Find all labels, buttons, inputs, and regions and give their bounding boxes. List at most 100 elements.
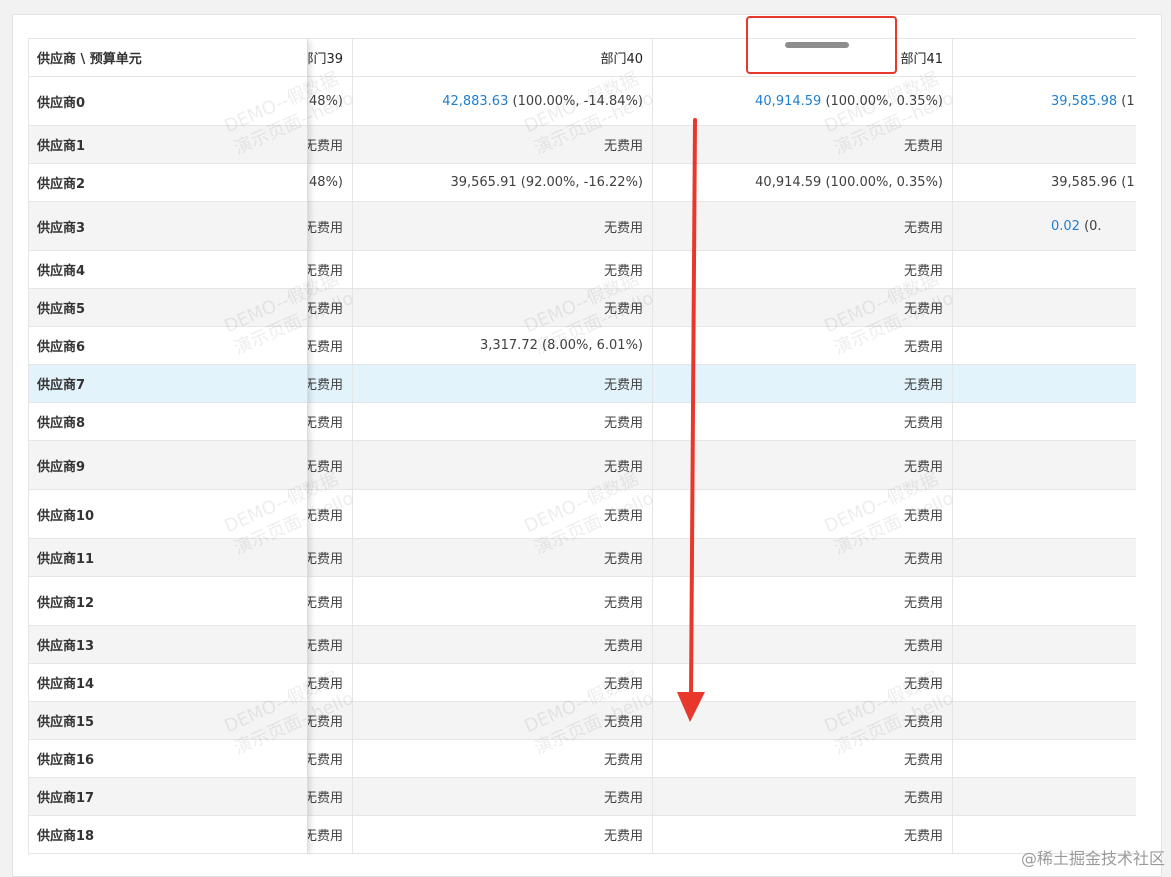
column-header-dept40[interactable]: 部门40 xyxy=(353,39,653,76)
row-header-label: 供应商7 xyxy=(37,378,86,393)
row-header[interactable]: 供应商1 xyxy=(29,126,308,164)
row-header[interactable]: 供应商10 xyxy=(29,490,308,539)
cell-value: 无费用 xyxy=(903,595,943,611)
row-header-label: 供应商9 xyxy=(37,459,86,475)
cell-value: 无费用 xyxy=(303,677,343,692)
corner-header-label: 供应商 \ 预算单元 xyxy=(37,52,142,67)
row-header[interactable]: 供应商17 xyxy=(29,778,308,816)
cell-value: 无费用 xyxy=(603,378,643,393)
table-cell: 无费用 xyxy=(353,702,653,739)
annotation-highlight-box xyxy=(746,16,897,74)
row-header[interactable]: 供应商12 xyxy=(29,577,308,626)
row-header-label: 供应商18 xyxy=(37,829,95,844)
cell-value: 无费用 xyxy=(603,829,643,844)
pivot-table: 部门39 部门40 部门41 48%) 42,883.63 (100.00%, … xyxy=(28,38,1136,855)
down-arrow-icon xyxy=(677,118,705,722)
row-header-label: 供应商6 xyxy=(37,340,86,355)
row-header[interactable]: 供应商9 xyxy=(29,441,308,490)
cell-value: 无费用 xyxy=(603,677,643,692)
row-header[interactable]: 供应商13 xyxy=(29,626,308,664)
row-header[interactable]: 供应商11 xyxy=(29,539,308,577)
table-cell xyxy=(953,126,1136,163)
corner-header: 供应商 \ 预算单元 xyxy=(29,39,308,77)
row-header[interactable]: 供应商4 xyxy=(29,251,308,289)
cell-value: 无费用 xyxy=(303,715,343,730)
cell-value: 无费用 xyxy=(303,378,343,393)
cell-value: 无费用 xyxy=(303,753,343,768)
table-cell xyxy=(953,251,1136,288)
cell-value: 无费用 xyxy=(603,639,643,654)
row-header[interactable]: 供应商15 xyxy=(29,702,308,740)
amount-link[interactable]: 0.02 xyxy=(1051,219,1080,234)
row-header-label: 供应商2 xyxy=(37,177,86,192)
column-header-dept42[interactable] xyxy=(953,39,1136,76)
cell-value: 无费用 xyxy=(603,715,643,730)
table-cell xyxy=(953,626,1136,663)
cell-value: 无费用 xyxy=(303,791,343,806)
table-cell xyxy=(953,778,1136,815)
row-header[interactable]: 供应商16 xyxy=(29,740,308,778)
cell-value: 无费用 xyxy=(303,340,343,355)
row-header[interactable]: 供应商18 xyxy=(29,816,308,854)
table-cell xyxy=(953,577,1136,625)
row-header-label: 供应商10 xyxy=(37,508,95,524)
row-header-label: 供应商17 xyxy=(37,791,95,806)
cell-value: 无费用 xyxy=(903,302,943,317)
table-cell: 无费用 xyxy=(353,577,653,625)
amount-link[interactable]: 42,883.63 xyxy=(442,94,508,109)
cell-value: 无费用 xyxy=(603,416,643,431)
cell-value: 无费用 xyxy=(603,220,643,236)
cell-value: 无费用 xyxy=(603,753,643,768)
table-cell: 无费用 xyxy=(353,126,653,163)
row-header-hovered[interactable]: 供应商7 xyxy=(29,365,308,403)
row-header-label: 供应商16 xyxy=(37,753,95,768)
row-header[interactable]: 供应商0 xyxy=(29,77,308,126)
row-header-label: 供应商3 xyxy=(37,220,86,236)
row-header-label: 供应商8 xyxy=(37,416,86,431)
row-header[interactable]: 供应商14 xyxy=(29,664,308,702)
table-cell: 无费用 xyxy=(353,664,653,701)
cell-value: 无费用 xyxy=(903,677,943,692)
row-header-label: 供应商4 xyxy=(37,264,86,279)
drag-handle[interactable] xyxy=(785,42,849,48)
table-cell: 3,317.72 (8.00%, 6.01%) xyxy=(353,327,653,364)
cell-value: 无费用 xyxy=(903,715,943,730)
table-cell: 无费用 xyxy=(353,441,653,489)
table-cell xyxy=(953,365,1136,402)
table-cell: 无费用 xyxy=(353,740,653,777)
column-header-label: 部门41 xyxy=(900,52,943,67)
site-credit: @稀土掘金技术社区 xyxy=(1020,849,1165,868)
cell-value: 39,585.96 (1 xyxy=(1051,175,1135,190)
cell-value: 39,565.91 (92.00%, -16.22%) xyxy=(450,175,643,190)
cell-value: 无费用 xyxy=(603,139,643,154)
table-cell: 无费用 xyxy=(353,778,653,815)
cell-percent: (100.00%, -14.84%) xyxy=(508,93,643,109)
cell-value: 无费用 xyxy=(303,595,343,611)
cell-value: 48%) xyxy=(309,175,343,190)
row-header[interactable]: 供应商8 xyxy=(29,403,308,441)
table-cell: 0.02 (0. xyxy=(953,202,1136,250)
row-header[interactable]: 供应商6 xyxy=(29,327,308,365)
cell-value: 无费用 xyxy=(903,220,943,236)
cell-value: 无费用 xyxy=(303,264,343,279)
cell-value: 无费用 xyxy=(303,139,343,154)
table-cell xyxy=(953,403,1136,440)
cell-value: 无费用 xyxy=(903,639,943,654)
cell-value: 无费用 xyxy=(303,508,343,524)
cell-percent: (1 xyxy=(1117,93,1135,109)
table-cell: 39,585.96 (1 xyxy=(953,164,1136,201)
table-cell xyxy=(953,702,1136,739)
frozen-row-header-column: 供应商 \ 预算单元 供应商0 供应商1 供应商2 供应商3 供应商4 供应商5… xyxy=(29,39,308,855)
table-cell xyxy=(953,289,1136,326)
cell-value: 无费用 xyxy=(903,829,943,844)
table-cell xyxy=(953,664,1136,701)
cell-value: 无费用 xyxy=(903,508,943,524)
row-header[interactable]: 供应商2 xyxy=(29,164,308,202)
amount-link[interactable]: 39,585.98 xyxy=(1051,94,1117,109)
row-header-label: 供应商1 xyxy=(37,139,86,154)
table-cell: 无费用 xyxy=(653,778,953,815)
amount-link[interactable]: 40,914.59 xyxy=(755,94,821,109)
row-header[interactable]: 供应商3 xyxy=(29,202,308,251)
row-header[interactable]: 供应商5 xyxy=(29,289,308,327)
column-header-label: 部门40 xyxy=(600,52,643,67)
